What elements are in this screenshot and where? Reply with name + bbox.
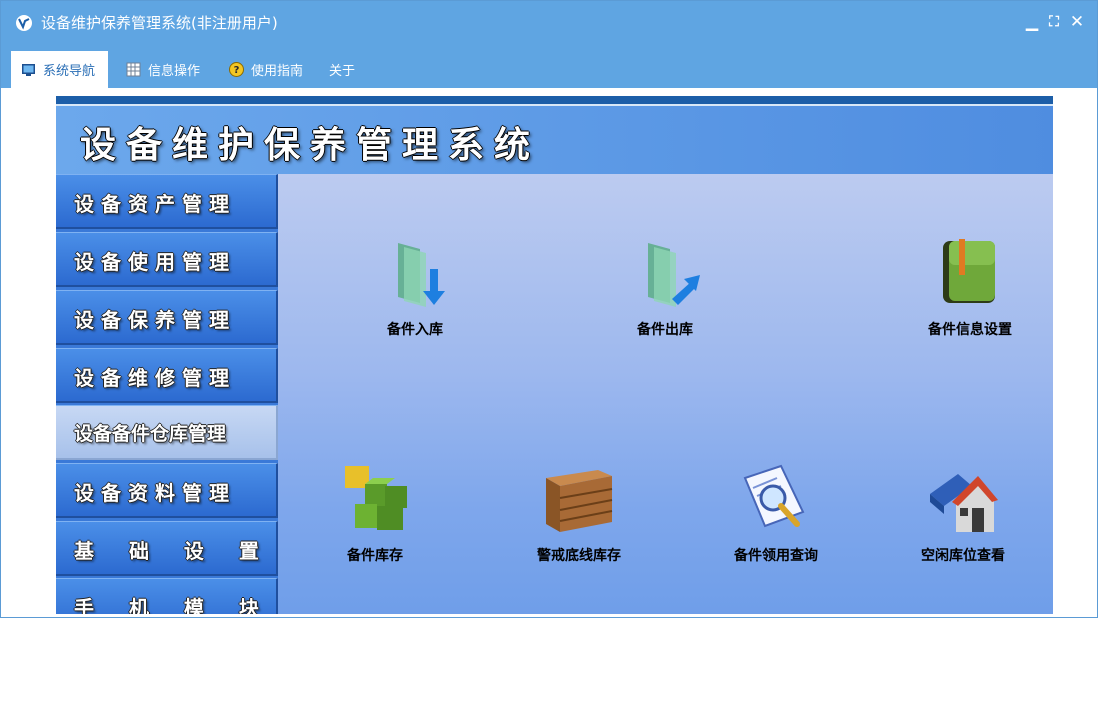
sidebar-item-asset-management[interactable]: 设备资产管理 bbox=[56, 174, 278, 229]
function-panel: 备件入库 备件出库 备件信息设置 备件库存 警戒底线库存 备件领用查询 空闲库位… bbox=[278, 174, 1053, 614]
green-book-icon bbox=[943, 239, 995, 303]
tab-label: 使用指南 bbox=[251, 64, 304, 79]
sidebar-item-document-management[interactable]: 设备资料管理 bbox=[56, 463, 278, 518]
alert-minimum-stock-button[interactable]: 警戒底线库存 bbox=[526, 464, 636, 564]
system-main-screen: 设备维护保养管理系统 设备资产管理 设备使用管理 设备保养管理 设备维修管理 设… bbox=[56, 96, 1053, 614]
menu-tab-bar: 系统导航 信息操作 ? 使用指南 关于 bbox=[1, 43, 1097, 88]
monitor-icon bbox=[22, 64, 35, 76]
module-sidebar: 设备资产管理 设备使用管理 设备保养管理 设备维修管理 设备备件仓库管理 设备资… bbox=[56, 174, 278, 614]
system-header: 设备维护保养管理系统 bbox=[56, 106, 1053, 174]
tab-label: 系统导航 bbox=[43, 64, 96, 79]
house-icon bbox=[930, 474, 998, 532]
spare-parts-outbound-button[interactable]: 备件出库 bbox=[618, 239, 713, 339]
folder-out-icon bbox=[648, 243, 700, 307]
app-window: 设备维护保养管理系统(非注册用户) ▁ ⛶ ✕ 系统导航 信息操作 ? 使用指南… bbox=[0, 0, 1098, 618]
content-area: 设备维护保养管理系统 设备资产管理 设备使用管理 设备保养管理 设备维修管理 设… bbox=[1, 88, 1097, 617]
tab-label: 关于 bbox=[329, 64, 356, 79]
tab-system-navigation[interactable]: 系统导航 bbox=[11, 51, 108, 88]
function-label: 备件入库 bbox=[387, 322, 443, 338]
function-label: 备件信息设置 bbox=[928, 322, 1012, 338]
sidebar-item-usage-management[interactable]: 设备使用管理 bbox=[56, 232, 278, 287]
sidebar-item-mobile-module[interactable]: 手 机 模 块 bbox=[56, 578, 278, 614]
spare-parts-info-settings-button[interactable]: 备件信息设置 bbox=[908, 239, 1033, 339]
function-label: 警戒底线库存 bbox=[537, 548, 621, 564]
title-bar[interactable]: 设备维护保养管理系统(非注册用户) ▁ ⛶ ✕ bbox=[1, 1, 1097, 43]
grid-icon bbox=[126, 62, 141, 77]
sidebar-item-repair-management[interactable]: 设备维修管理 bbox=[56, 348, 278, 403]
sidebar-item-label: 设备使用管理 bbox=[74, 250, 236, 274]
tab-user-guide[interactable]: ? 使用指南 bbox=[219, 51, 313, 88]
cubes-icon bbox=[345, 466, 407, 530]
app-logo-icon bbox=[16, 15, 32, 31]
close-button[interactable]: ✕ bbox=[1068, 11, 1086, 33]
sidebar-item-basic-settings[interactable]: 基 础 设 置 bbox=[56, 521, 278, 576]
window-title: 设备维护保养管理系统(非注册用户) bbox=[41, 14, 278, 32]
idle-storage-location-view-button[interactable]: 空闲库位查看 bbox=[906, 464, 1026, 564]
spare-parts-inventory-button[interactable]: 备件库存 bbox=[328, 464, 428, 564]
folder-in-icon bbox=[398, 243, 445, 307]
tab-label: 信息操作 bbox=[148, 64, 201, 79]
function-label: 备件出库 bbox=[637, 322, 693, 338]
tab-about[interactable]: 关于 bbox=[319, 51, 365, 88]
sidebar-item-label: 设备维修管理 bbox=[74, 366, 236, 390]
restore-button[interactable]: ⛶ bbox=[1045, 11, 1063, 33]
wooden-crate-icon bbox=[546, 470, 613, 532]
svg-text:?: ? bbox=[234, 65, 240, 76]
sidebar-item-label: 设备保养管理 bbox=[74, 308, 236, 332]
minimize-button[interactable]: ▁ bbox=[1023, 11, 1041, 33]
help-icon: ? bbox=[229, 62, 244, 77]
function-label: 空闲库位查看 bbox=[921, 548, 1005, 564]
system-title: 设备维护保养管理系统 bbox=[80, 124, 541, 166]
sidebar-item-spare-parts-warehouse[interactable]: 设备备件仓库管理 bbox=[56, 405, 278, 460]
top-accent-bar bbox=[56, 96, 1053, 104]
spare-parts-requisition-query-button[interactable]: 备件领用查询 bbox=[723, 464, 833, 564]
function-label: 备件领用查询 bbox=[734, 548, 818, 564]
sidebar-item-maintenance-management[interactable]: 设备保养管理 bbox=[56, 290, 278, 345]
tab-info-operation[interactable]: 信息操作 bbox=[116, 51, 210, 88]
sidebar-item-label: 手 机 模 块 bbox=[74, 596, 273, 614]
magnifier-document-icon bbox=[743, 464, 805, 528]
function-label: 备件库存 bbox=[347, 548, 403, 564]
sidebar-item-label: 基 础 设 置 bbox=[74, 539, 273, 563]
sidebar-item-label: 设备备件仓库管理 bbox=[74, 423, 227, 445]
spare-parts-inbound-button[interactable]: 备件入库 bbox=[368, 239, 463, 339]
sidebar-item-label: 设备资料管理 bbox=[74, 481, 236, 505]
sidebar-item-label: 设备资产管理 bbox=[74, 192, 236, 216]
